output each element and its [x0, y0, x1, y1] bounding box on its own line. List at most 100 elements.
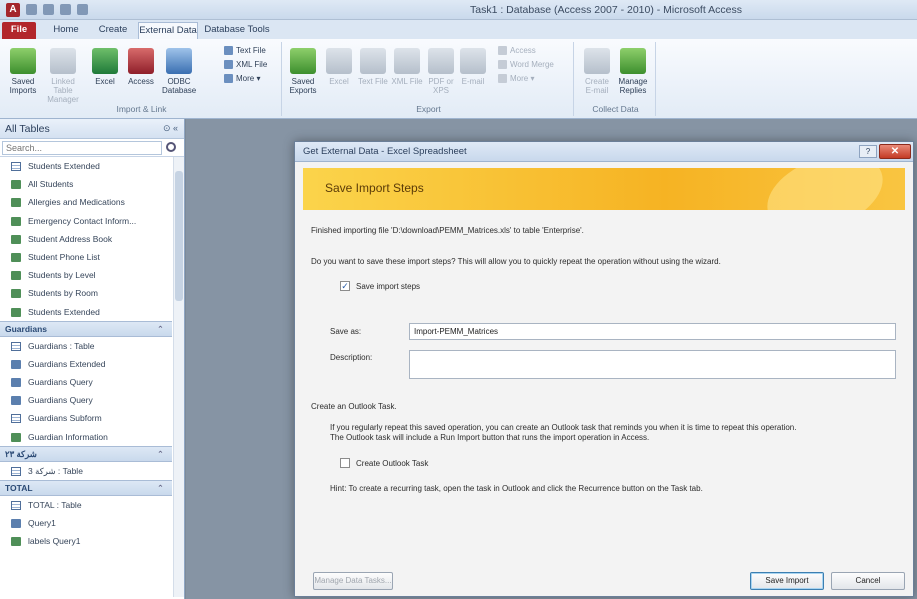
report-icon [11, 216, 21, 226]
nav-item[interactable]: Student Phone List [0, 248, 172, 266]
export-email-button[interactable]: E-mail [456, 48, 490, 86]
nav-item[interactable]: Query1 [0, 514, 172, 532]
nav-item-label: Student Phone List [28, 251, 100, 262]
nav-item[interactable]: Guardians Subform [0, 409, 172, 427]
finished-message: Finished importing file 'D:\download\PEM… [311, 226, 584, 235]
odbc-icon [166, 48, 192, 74]
nav-item[interactable]: Students Extended [0, 157, 172, 175]
import-odbc-button[interactable]: ODBC Database [162, 48, 196, 95]
close-button[interactable]: ✕ [879, 144, 911, 159]
access-app-icon[interactable]: A [6, 3, 20, 17]
chevron-up-icon[interactable]: ⌃ [157, 447, 164, 461]
manage-data-tasks-button[interactable]: Manage Data Tasks... [313, 572, 393, 590]
tab-create[interactable]: Create [92, 22, 134, 39]
export-xml-file-button[interactable]: XML File [390, 48, 424, 86]
nav-item[interactable]: Guardian Information [0, 428, 172, 446]
nav-item[interactable]: Guardians Query [0, 391, 172, 409]
tab-external-data[interactable]: External Data [138, 22, 198, 39]
export-xml-icon [394, 48, 420, 74]
customize-icon[interactable] [77, 4, 88, 15]
nav-item-label: Student Address Book [28, 233, 113, 244]
import-text-file-button[interactable]: Text File [224, 46, 266, 56]
chevron-up-icon[interactable]: ⌃ [157, 481, 164, 495]
tab-file[interactable]: File [2, 22, 36, 39]
export-access-button[interactable]: Access [498, 46, 536, 56]
xml-file-icon [224, 60, 233, 70]
nav-group-header[interactable]: TOTAL ⌃ [0, 480, 172, 496]
import-link-group-label: Import & Link [116, 104, 167, 114]
redo-icon[interactable] [60, 4, 71, 15]
nav-item[interactable]: Students by Level [0, 266, 172, 284]
export-text-file-button[interactable]: Text File [356, 48, 390, 86]
title-bar: A Task1 : Database (Access 2007 - 2010) … [0, 0, 917, 20]
import-excel-button[interactable]: Excel [88, 48, 122, 86]
description-input[interactable] [409, 350, 896, 379]
nav-item[interactable]: labels Query1 [0, 532, 172, 550]
report-icon [11, 252, 21, 262]
nav-item-label: Guardians Subform [28, 413, 102, 424]
import-access-button[interactable]: Access [124, 48, 158, 86]
outlook-description-1: If you regularly repeat this saved opera… [330, 423, 797, 432]
nav-group-label: TOTAL [5, 483, 33, 493]
undo-icon[interactable] [43, 4, 54, 15]
export-pdf-button[interactable]: PDF or XPS [424, 48, 458, 95]
word-merge-button[interactable]: Word Merge [498, 60, 554, 70]
nav-item[interactable]: ﺷﺮﻛﺔ 3 : Table [0, 462, 172, 480]
nav-group-header[interactable]: ﺷﺮﻛﺔ ٢٣ ⌃ [0, 445, 172, 462]
manage-replies-button[interactable]: Manage Replies [616, 48, 650, 95]
import-xml-file-button[interactable]: XML File [224, 60, 267, 70]
nav-item[interactable]: All Students [0, 175, 172, 193]
nav-item[interactable]: Allergies and Medications [0, 193, 172, 211]
save-icon[interactable] [26, 4, 37, 15]
nav-item-label: Query1 [28, 518, 56, 529]
nav-item[interactable]: Student Address Book [0, 230, 172, 248]
nav-search-input[interactable] [2, 141, 162, 155]
create-email-button[interactable]: Create E-mail [580, 48, 614, 95]
nav-item[interactable]: TOTAL : Table [0, 496, 172, 514]
email-icon [460, 48, 486, 74]
nav-pane-header[interactable]: All Tables ⊙ « [0, 119, 184, 139]
import-more-button[interactable]: More ▾ [224, 74, 260, 84]
nav-item[interactable]: Guardians : Table [0, 337, 172, 355]
help-button[interactable]: ? [859, 145, 877, 158]
nav-scrollbar[interactable] [173, 157, 184, 597]
nav-item[interactable]: Emergency Contact Inform... [0, 212, 172, 230]
query-icon [11, 359, 21, 369]
linked-table-manager-button[interactable]: Linked Table Manager [46, 48, 80, 104]
nav-scrollbar-thumb[interactable] [175, 171, 183, 301]
export-more-button[interactable]: More ▾ [498, 74, 534, 84]
tab-database-tools[interactable]: Database Tools [202, 22, 272, 39]
nav-item[interactable]: Students by Room [0, 284, 172, 302]
chevron-up-icon[interactable]: ⌃ [157, 322, 164, 336]
nav-item-label: Allergies and Medications [28, 197, 125, 208]
saved-imports-button[interactable]: Saved Imports [6, 48, 40, 95]
create-outlook-task-checkbox[interactable] [340, 458, 350, 468]
search-icon[interactable] [166, 142, 176, 152]
nav-item-label: Students Extended [28, 306, 100, 317]
save-as-input[interactable]: Import-PEMM_Matrices [409, 323, 896, 340]
export-excel-button[interactable]: Excel [322, 48, 356, 86]
nav-item[interactable]: Guardians Extended [0, 355, 172, 373]
saved-exports-icon [290, 48, 316, 74]
save-as-label: Save as: [330, 327, 362, 336]
nav-item[interactable]: Guardians Query [0, 373, 172, 391]
save-import-button[interactable]: Save Import [750, 572, 824, 590]
collect-data-group: Create E-mail Manage Replies Collect Dat… [576, 42, 656, 116]
more-icon [224, 74, 233, 84]
saved-exports-button[interactable]: Saved Exports [286, 48, 320, 95]
nav-group-header[interactable]: Guardians ⌃ [0, 320, 172, 337]
export-excel-icon [326, 48, 352, 74]
tab-home[interactable]: Home [44, 22, 88, 39]
cancel-button[interactable]: Cancel [831, 572, 905, 590]
nav-item-label: Guardians Query [28, 395, 93, 406]
save-question: Do you want to save these import steps? … [311, 257, 721, 266]
navigation-pane: All Tables ⊙ « Students Extended All Stud… [0, 119, 185, 599]
nav-item[interactable]: Students Extended [0, 303, 172, 321]
window-title: Task1 : Database (Access 2007 - 2010) - … [470, 4, 742, 16]
save-steps-checkbox[interactable]: ✓ [340, 281, 350, 291]
nav-pane-shutter-icon[interactable]: ⊙ « [163, 123, 178, 134]
report-icon [11, 180, 21, 190]
outlook-description-2: The Outlook task will include a Run Impo… [330, 433, 650, 442]
export-text-icon [360, 48, 386, 74]
import-link-group: Saved Imports Linked Table Manager Excel… [2, 42, 282, 116]
